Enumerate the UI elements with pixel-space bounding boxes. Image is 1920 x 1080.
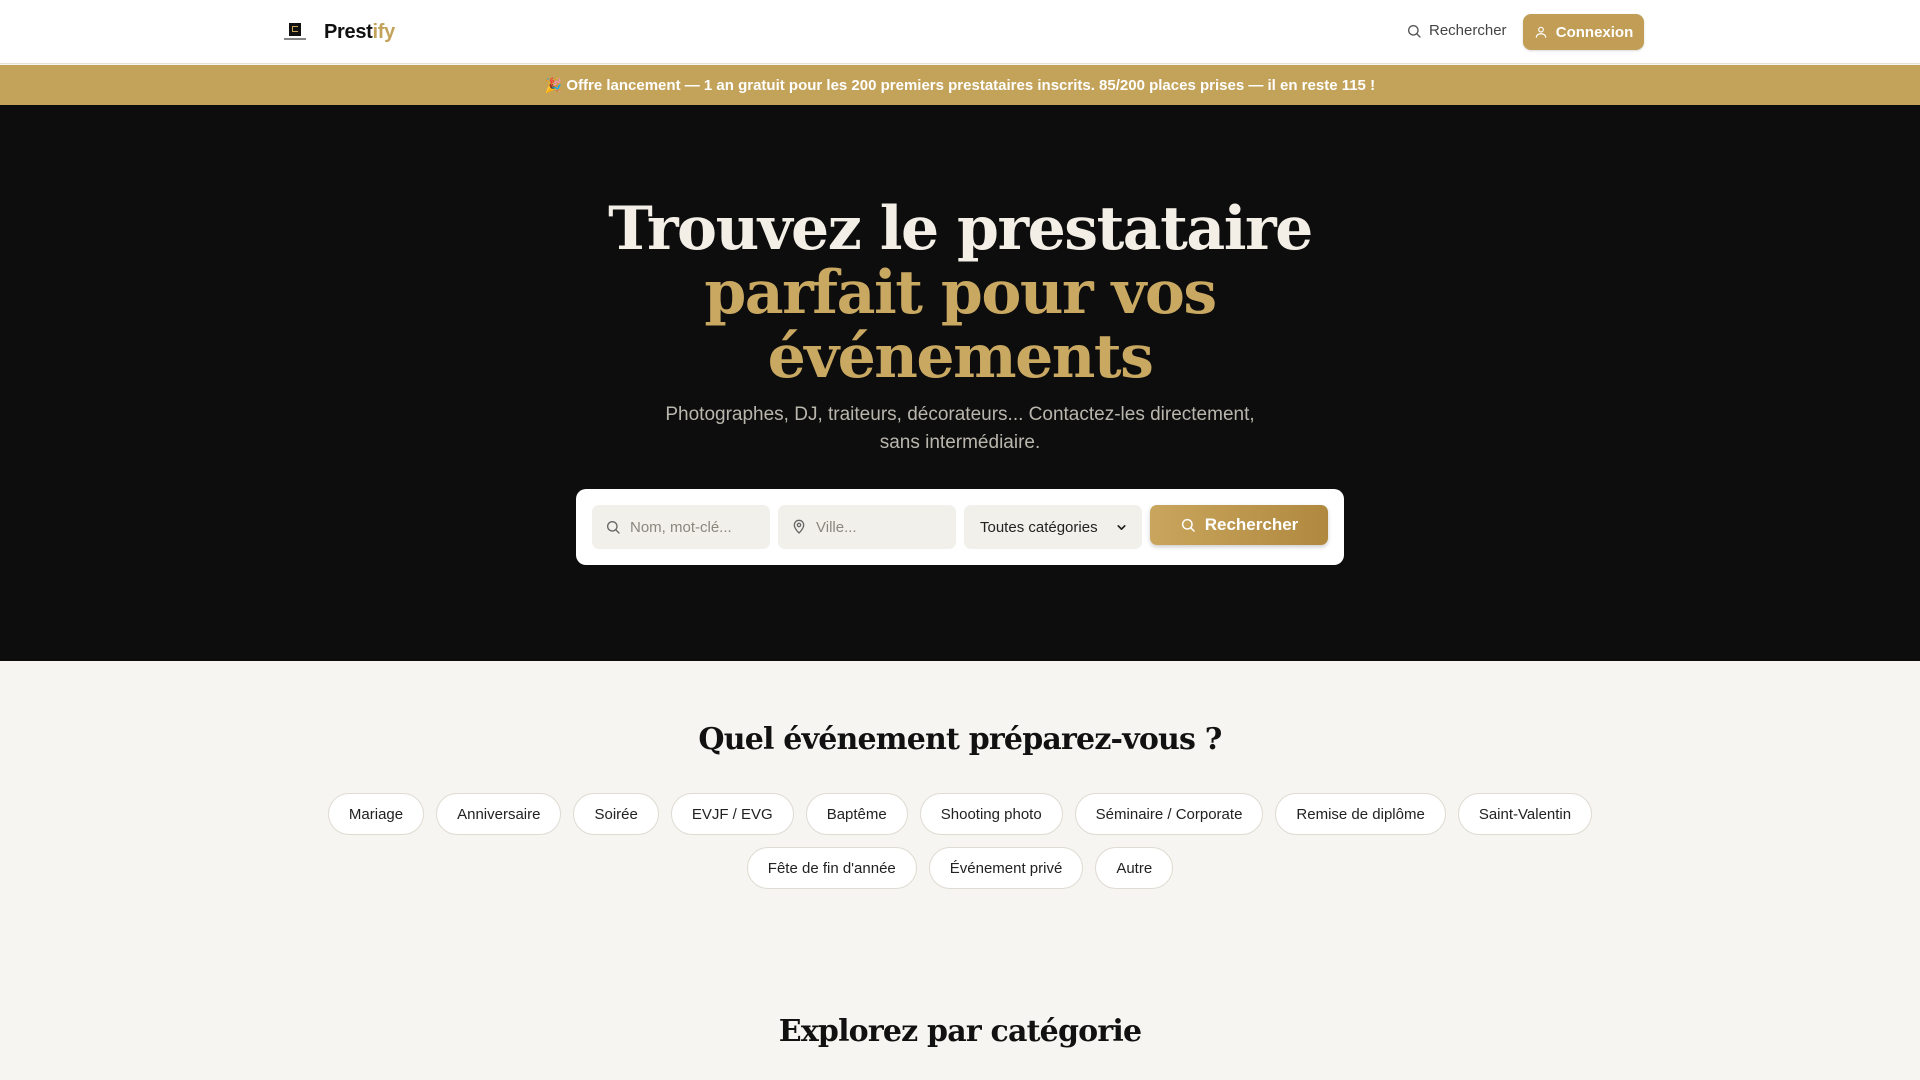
event-chip[interactable]: Autre xyxy=(1095,847,1174,889)
map-pin-icon xyxy=(793,519,805,534)
event-chip[interactable]: Baptême xyxy=(805,793,908,835)
brand-name: Prestify xyxy=(324,21,395,44)
keyword-input[interactable]: Nom, mot-clé... xyxy=(592,505,770,549)
login-label: Connexion xyxy=(1555,23,1634,41)
search-icon xyxy=(607,521,620,534)
city-input[interactable]: Ville... xyxy=(778,505,956,549)
nav-search-link[interactable]: Rechercher xyxy=(1406,22,1507,39)
event-chip[interactable]: Saint-Valentin xyxy=(1457,793,1593,835)
event-chip[interactable]: Mariage xyxy=(327,793,425,835)
events-section-title: Quel événement préparez-vous ? xyxy=(698,722,1222,757)
keyword-placeholder: Nom, mot-clé... xyxy=(630,518,732,536)
event-chip[interactable]: Remise de diplôme xyxy=(1275,793,1446,835)
logo-icon xyxy=(284,20,306,44)
brand-name-part1: Prest xyxy=(324,20,373,43)
user-icon xyxy=(1535,26,1546,38)
event-chip[interactable]: Événement privé xyxy=(928,847,1084,889)
event-chip[interactable]: Soirée xyxy=(573,793,659,835)
event-chip[interactable]: Fête de fin d'année xyxy=(746,847,917,889)
hero-section: Trouvez le prestataire parfait pour vos … xyxy=(0,105,1920,661)
event-chip[interactable]: Shooting photo xyxy=(919,793,1063,835)
event-chip[interactable]: Anniversaire xyxy=(436,793,562,835)
chevron-down-icon xyxy=(1117,524,1126,530)
brand-name-part2: ify xyxy=(372,20,396,43)
search-button[interactable]: Rechercher xyxy=(1150,505,1328,545)
hero-title-line1: Trouvez le prestataire xyxy=(608,194,1313,264)
top-header: Prestify Rechercher Connexion xyxy=(0,0,1920,64)
hero-subtitle: Photographes, DJ, traiteurs, décorateurs… xyxy=(665,404,1255,453)
categories-section-title: Explorez par catégorie xyxy=(778,1014,1142,1049)
login-button[interactable]: Connexion xyxy=(1523,14,1644,50)
search-icon xyxy=(1408,24,1421,38)
event-chip[interactable]: EVJF / EVG xyxy=(670,793,794,835)
promo-text: Offre lancement — 1 an gratuit pour les … xyxy=(566,76,1376,94)
brand-logo[interactable]: Prestify xyxy=(284,20,395,44)
search-button-label: Rechercher xyxy=(1204,515,1299,534)
city-placeholder: Ville... xyxy=(816,518,857,536)
hero-title-line3: événements xyxy=(767,322,1154,392)
hero-title: Trouvez le prestataire parfait pour vos … xyxy=(0,197,1920,389)
category-select[interactable]: Toutes catégories xyxy=(964,505,1142,549)
hero-title-line2: parfait pour vos xyxy=(704,258,1217,328)
category-selected-value: Toutes catégories xyxy=(980,518,1098,536)
search-form: Nom, mot-clé... Ville... Toutes catégori… xyxy=(576,489,1344,565)
promo-banner: 🎉 Offre lancement — 1 an gratuit pour le… xyxy=(0,65,1920,105)
event-chip[interactable]: Séminaire / Corporate xyxy=(1074,793,1264,835)
nav-search-label: Rechercher xyxy=(1429,22,1507,39)
event-chips: Mariage Anniversaire Soirée EVJF / EVG B… xyxy=(320,793,1600,889)
party-icon: 🎉 xyxy=(544,76,563,93)
search-icon xyxy=(1181,518,1195,532)
